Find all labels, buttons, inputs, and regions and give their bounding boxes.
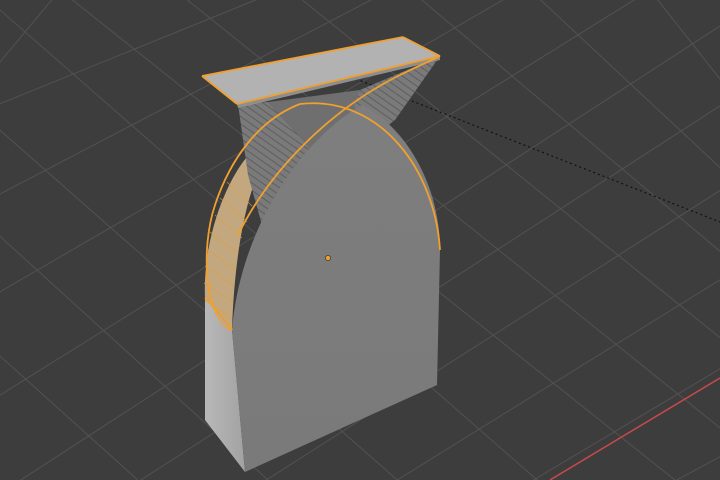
object-origin-dot[interactable] [325,255,331,261]
3d-viewport[interactable] [0,0,720,480]
viewport-canvas[interactable] [0,0,720,480]
